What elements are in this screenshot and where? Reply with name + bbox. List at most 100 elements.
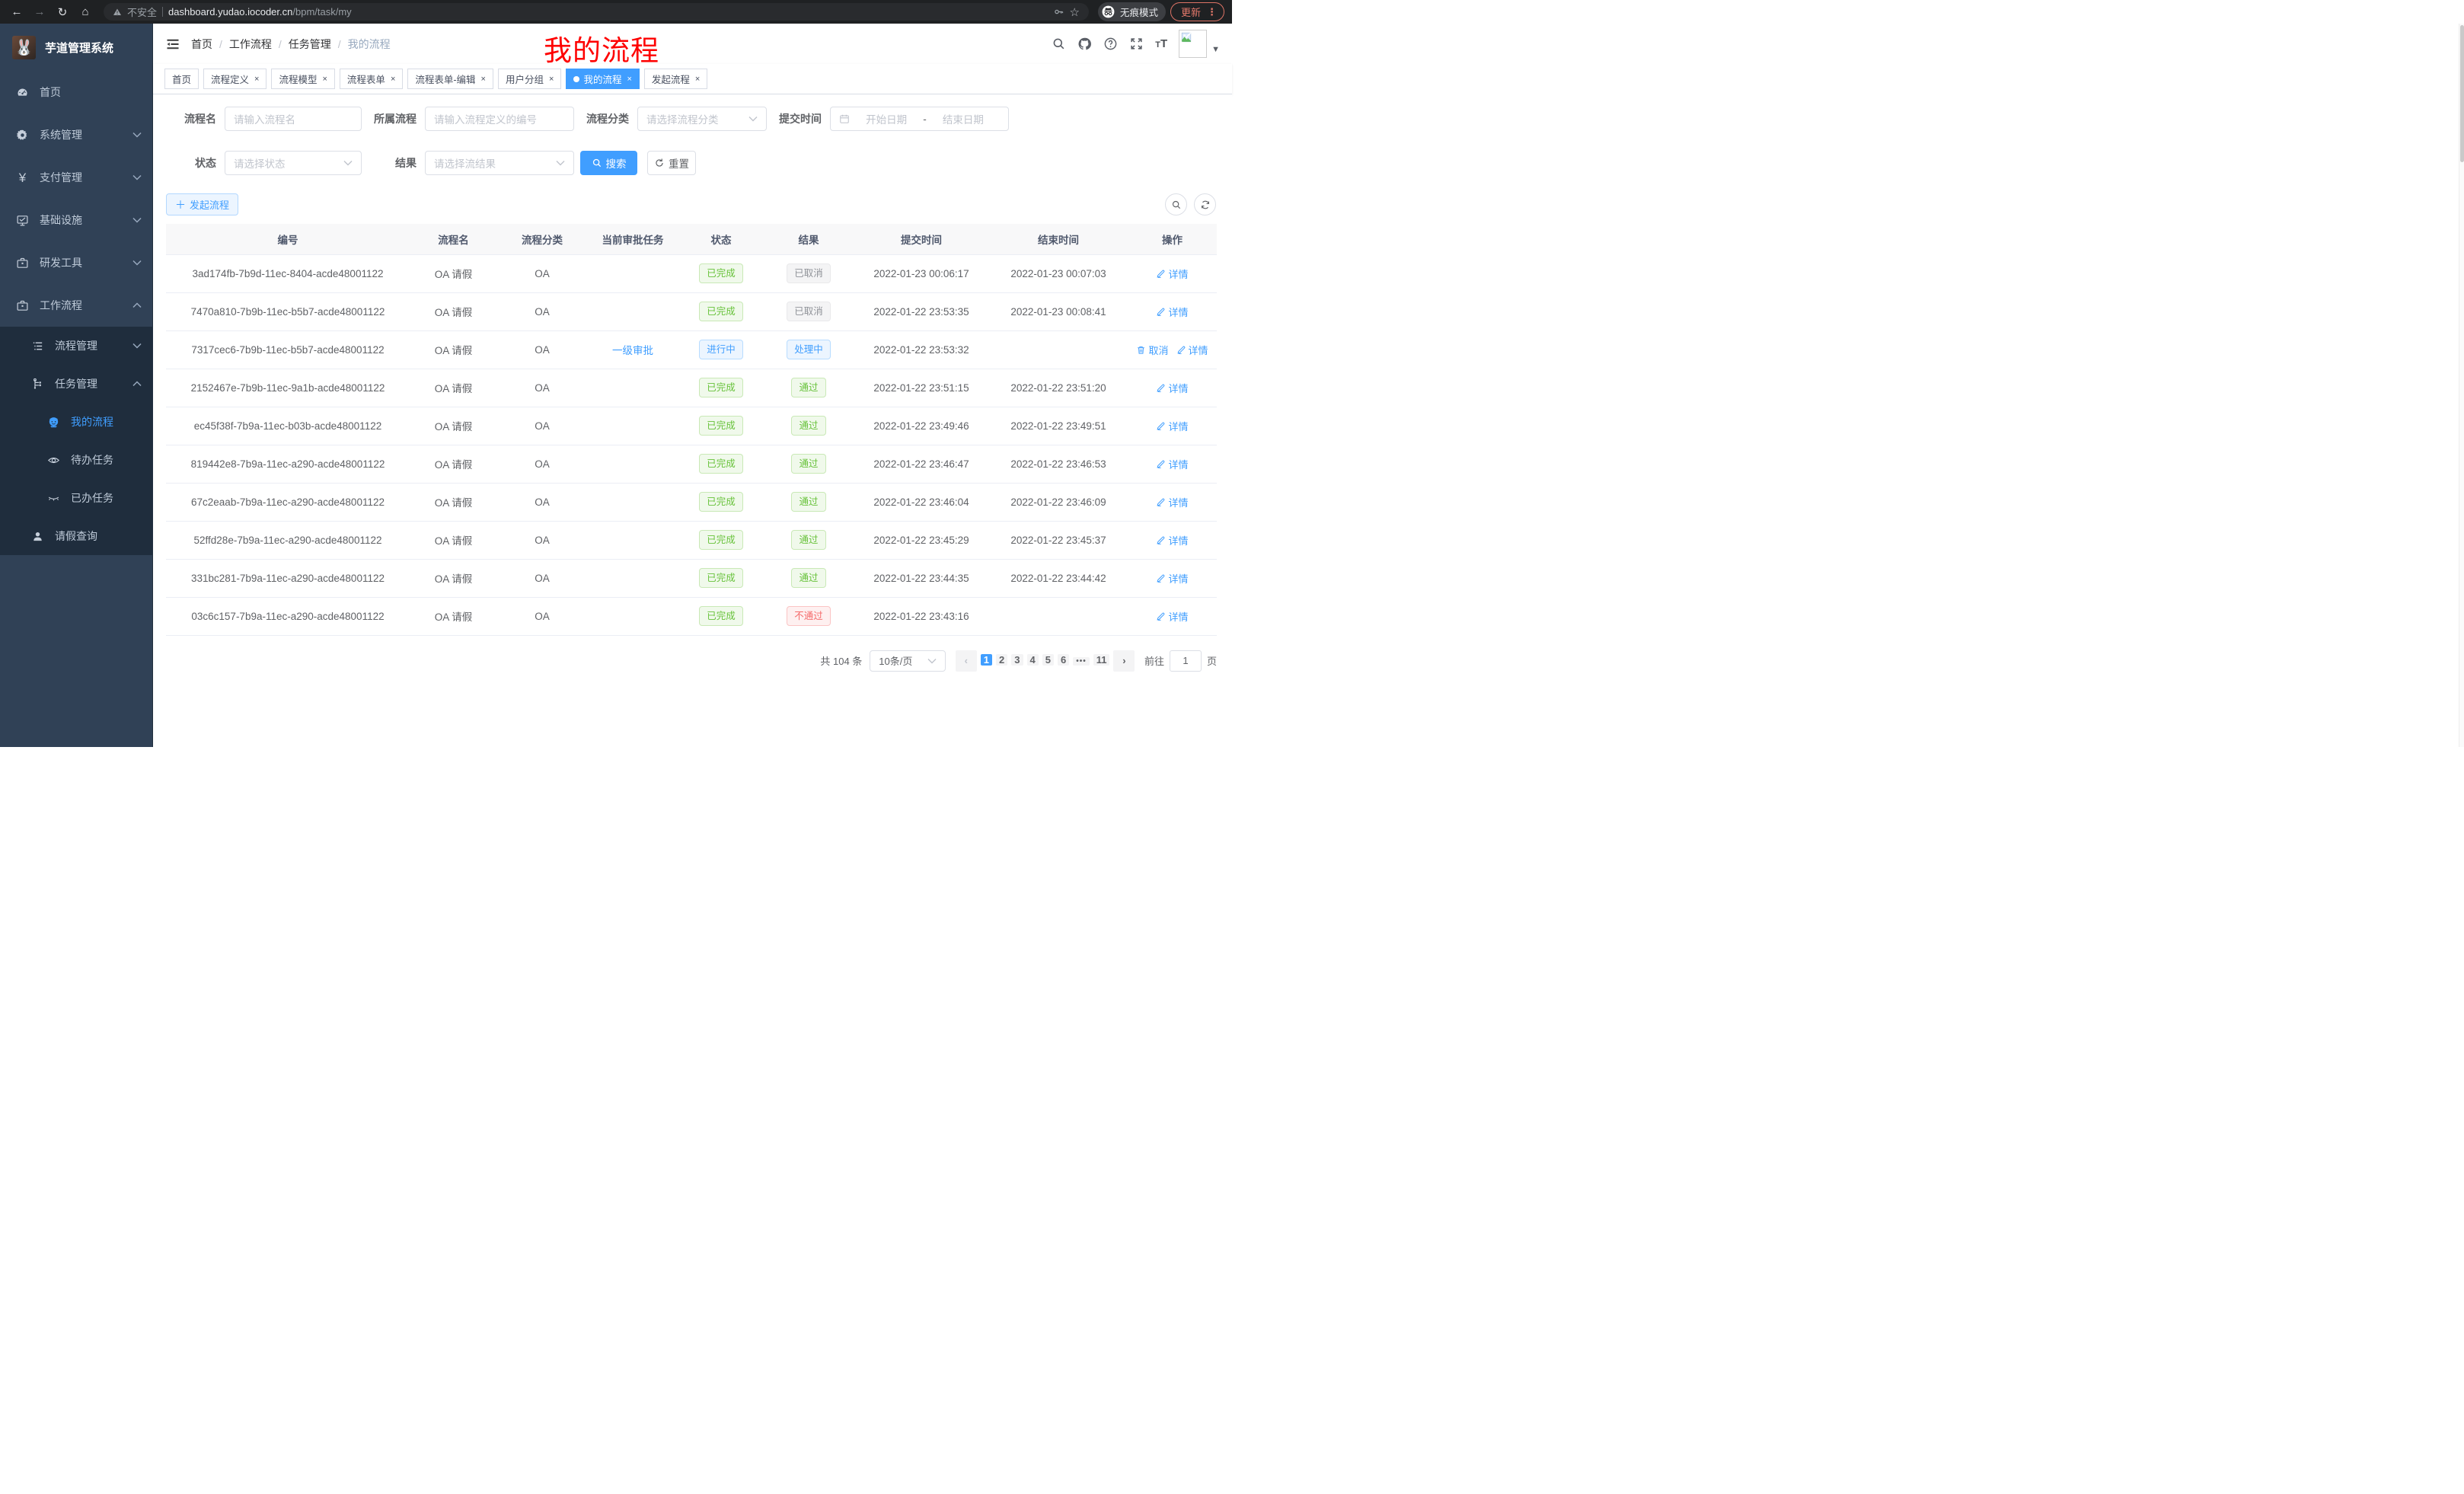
reload-icon[interactable]: ↻ [53, 3, 72, 21]
github-icon[interactable] [1077, 37, 1092, 51]
result-select[interactable]: 请选择流结果 [425, 151, 574, 175]
briefcase-icon [16, 257, 29, 270]
close-tab-icon[interactable]: × [549, 75, 554, 84]
process-name-input[interactable]: 请输入流程名 [225, 107, 362, 131]
detail-link[interactable]: 详情 [1156, 457, 1188, 471]
process-definition-input[interactable]: 请输入流程定义的编号 [425, 107, 574, 131]
close-tab-icon[interactable]: × [695, 75, 700, 84]
current-task-link[interactable]: 一级审批 [612, 345, 653, 356]
tab-用户分组[interactable]: 用户分组× [498, 69, 561, 89]
show-search-toggle-button[interactable] [1165, 193, 1187, 215]
sidebar-item-infra[interactable]: 基础设施 [0, 199, 152, 241]
avatar[interactable] [1179, 30, 1207, 58]
close-tab-icon[interactable]: × [627, 75, 631, 84]
search-button[interactable]: 搜索 [580, 151, 637, 175]
process-category-select[interactable]: 请选择流程分类 [637, 107, 767, 131]
page-button-3[interactable]: 3 [1011, 654, 1023, 666]
detail-link[interactable]: 详情 [1156, 533, 1188, 547]
detail-link[interactable]: 详情 [1156, 267, 1188, 281]
sidebar-item-leave-query[interactable]: 请假查询 [0, 517, 152, 555]
tab-流程模型[interactable]: 流程模型× [271, 69, 334, 89]
caret-down-icon[interactable]: ▼ [1211, 45, 1220, 54]
status-badge: 通过 [791, 416, 825, 436]
reset-button[interactable]: 重置 [647, 151, 696, 175]
page-button-4[interactable]: 4 [1027, 654, 1039, 666]
cell-result: 已取消 [764, 292, 854, 330]
page-button-11[interactable]: 11 [1093, 654, 1110, 666]
home-icon[interactable]: ⌂ [76, 3, 94, 21]
detail-link[interactable]: 详情 [1176, 343, 1208, 357]
detail-link[interactable]: 详情 [1156, 305, 1188, 319]
sidebar-item-system[interactable]: 系统管理 [0, 113, 152, 156]
status-badge: 已完成 [699, 302, 743, 321]
back-icon[interactable]: ← [8, 3, 26, 21]
app-logo-row[interactable]: 🐰 芋道管理系统 [0, 24, 152, 71]
page-button-5[interactable]: 5 [1042, 654, 1054, 666]
search-icon[interactable] [1052, 37, 1066, 51]
sidebar-item-payment[interactable]: ¥ 支付管理 [0, 156, 152, 199]
more-pages-button[interactable]: ••• [1073, 657, 1090, 666]
detail-link[interactable]: 详情 [1156, 381, 1188, 395]
collapse-sidebar-icon[interactable] [165, 37, 180, 52]
filter-result-label: 结果 [372, 155, 417, 171]
sidebar-item-label: 基础设施 [40, 212, 122, 228]
tab-我的流程[interactable]: 我的流程× [566, 69, 639, 89]
prev-page-button[interactable]: ‹ [956, 650, 977, 672]
help-icon[interactable] [1103, 37, 1118, 51]
browser-menu-icon[interactable]: ⋮ [1207, 6, 1217, 18]
column-header: 提交时间 [854, 224, 989, 254]
cell-actions: 详情 [1128, 597, 1217, 635]
page-button-2[interactable]: 2 [996, 654, 1007, 666]
sidebar-item-todo-tasks[interactable]: 待办任务 [0, 441, 152, 479]
tab-流程表单[interactable]: 流程表单× [340, 69, 403, 89]
page-size-select[interactable]: 10条/页 [870, 650, 946, 672]
close-tab-icon[interactable]: × [322, 75, 327, 84]
detail-link[interactable]: 详情 [1156, 609, 1188, 624]
page-jump-input[interactable] [1170, 650, 1202, 672]
font-size-icon[interactable]: TT [1155, 37, 1167, 50]
fullscreen-icon[interactable] [1129, 37, 1144, 51]
update-button[interactable]: 更新 ⋮ [1170, 2, 1224, 21]
active-dot [573, 76, 579, 82]
close-tab-icon[interactable]: × [481, 75, 486, 84]
tab-流程表单-编辑[interactable]: 流程表单-编辑× [407, 69, 493, 89]
sidebar-item-label: 首页 [40, 85, 142, 100]
page-scrollbar[interactable] [2459, 24, 2464, 747]
sidebar-item-task-mgmt[interactable]: 任务管理 [0, 365, 152, 403]
bookmark-star-icon[interactable]: ☆ [1070, 5, 1080, 19]
page-button-1[interactable]: 1 [981, 654, 992, 666]
submit-time-range-picker[interactable]: 开始日期 - 结束日期 [830, 107, 1009, 131]
tab-首页[interactable]: 首页 [164, 69, 199, 89]
breadcrumb-item[interactable]: 任务管理 [289, 37, 331, 52]
status-select[interactable]: 请选择状态 [225, 151, 362, 175]
chevron-down-icon [927, 656, 937, 666]
close-tab-icon[interactable]: × [254, 75, 259, 84]
cell-id: 52ffd28e-7b9a-11ec-a290-acde48001122 [166, 521, 410, 559]
page-button-6[interactable]: 6 [1058, 654, 1069, 666]
refresh-table-button[interactable] [1194, 193, 1216, 215]
sidebar-item-devtools[interactable]: 研发工具 [0, 241, 152, 284]
detail-link[interactable]: 详情 [1156, 419, 1188, 433]
next-page-button[interactable]: › [1113, 650, 1135, 672]
breadcrumb-item[interactable]: 首页 [191, 37, 212, 52]
sidebar-item-home[interactable]: 首页 [0, 71, 152, 113]
key-icon[interactable] [1053, 6, 1064, 18]
detail-link[interactable]: 详情 [1156, 571, 1188, 586]
sidebar-item-my-process[interactable]: 我的流程 [0, 403, 152, 441]
cell-name: OA 请假 [410, 445, 497, 483]
url-bar[interactable]: 不安全 dashboard.yudao.iocoder.cn/bpm/task/… [104, 3, 1089, 21]
close-tab-icon[interactable]: × [391, 75, 395, 84]
cancel-link[interactable]: 取消 [1136, 343, 1168, 357]
cell-status: 已完成 [678, 597, 764, 635]
sidebar-item-done-tasks[interactable]: 已办任务 [0, 479, 152, 517]
tab-流程定义[interactable]: 流程定义× [203, 69, 267, 89]
tab-发起流程[interactable]: 发起流程× [644, 69, 707, 89]
create-process-button[interactable]: ＋ 发起流程 [166, 193, 238, 215]
cell-end-time: 2022-01-22 23:45:37 [989, 521, 1128, 559]
detail-link[interactable]: 详情 [1156, 495, 1188, 509]
breadcrumb-item[interactable]: 工作流程 [229, 37, 272, 52]
forward-icon[interactable]: → [30, 3, 49, 21]
cell-status: 已完成 [678, 521, 764, 559]
sidebar-item-process-mgmt[interactable]: 流程管理 [0, 327, 152, 365]
sidebar-item-workflow[interactable]: 工作流程 [0, 284, 152, 327]
